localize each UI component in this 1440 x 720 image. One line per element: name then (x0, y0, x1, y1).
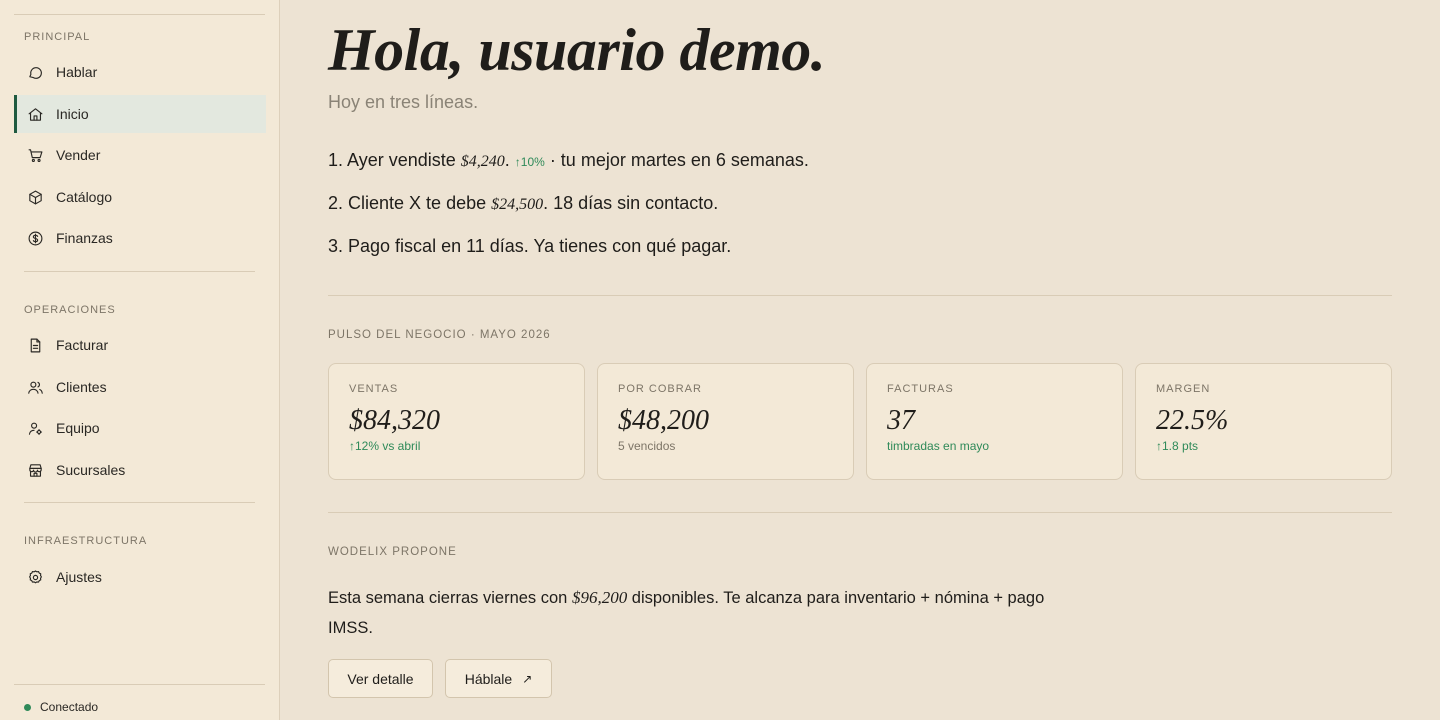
summary-line-3: 3. Pago fiscal en 11 días. Ya tienes con… (328, 236, 731, 257)
sidebar-item-catalogo[interactable]: Catálogo (14, 178, 266, 216)
summary-text: 3. Pago fiscal en 11 días. Ya tienes con… (328, 236, 732, 256)
card-sub: 5 vencidos (618, 439, 676, 453)
summary-text: . 18 días sin contacto. (543, 193, 719, 213)
section-divider (328, 512, 1392, 513)
sidebar-item-label: Ajustes (56, 569, 102, 585)
sidebar-item-label: Hablar (56, 64, 98, 80)
section-label-principal: PRINCIPAL (24, 31, 91, 43)
sidebar-item-label: Catálogo (56, 189, 113, 205)
proposal-text: Esta semana cierras viernes con $96,200 … (328, 583, 1088, 643)
summary-line-1: 1. Ayer vendiste $4,240. ↑10% · tu mejor… (328, 150, 809, 171)
gear-icon (26, 568, 44, 586)
arrow-up-right-icon: ↗ (522, 671, 533, 686)
connection-status: Conectado (24, 700, 98, 714)
view-detail-button[interactable]: Ver detalle (328, 659, 433, 698)
summary-amount: $4,240 (460, 153, 505, 170)
summary-line-2: 2. Cliente X te debe $24,500. 18 días si… (328, 193, 718, 214)
store-icon (26, 461, 44, 479)
sidebar-item-label: Vender (56, 147, 101, 163)
summary-text: · tu mejor martes en 6 semanas. (544, 150, 809, 170)
box-icon (26, 188, 44, 206)
sidebar: PRINCIPAL Hablar Inicio Vender Catálogo … (0, 0, 280, 720)
sidebar-item-clientes[interactable]: Clientes (14, 368, 266, 406)
sidebar-item-facturar[interactable]: Facturar (14, 326, 266, 364)
sidebar-divider (24, 271, 255, 272)
card-label: POR COBRAR (618, 383, 702, 395)
section-label-operaciones: OPERACIONES (24, 304, 116, 316)
cart-icon (26, 146, 44, 164)
summary-text: 1. Ayer vendiste (328, 150, 461, 170)
card-sub: timbradas en mayo (887, 439, 990, 453)
talk-button[interactable]: Háblale ↗ (445, 659, 552, 698)
user-gear-icon (26, 419, 44, 437)
change-badge: ↑10% (514, 155, 545, 169)
card-sub: ↑1.8 pts (1156, 439, 1199, 453)
card-label: MARGEN (1156, 383, 1211, 395)
sidebar-item-hablar[interactable]: Hablar (14, 53, 266, 91)
metric-card-margen[interactable]: MARGEN 22.5% ↑1.8 pts (1135, 363, 1392, 480)
sidebar-item-label: Sucursales (56, 462, 126, 478)
sidebar-divider (24, 502, 255, 503)
home-icon (26, 105, 44, 123)
sidebar-item-equipo[interactable]: Equipo (14, 409, 266, 447)
sidebar-item-label: Finanzas (56, 230, 113, 246)
sidebar-item-label: Clientes (56, 379, 107, 395)
section-label-infraestructura: INFRAESTRUCTURA (24, 535, 148, 547)
sidebar-item-ajustes[interactable]: Ajustes (14, 558, 266, 596)
status-label: Conectado (40, 700, 99, 714)
status-dot-icon (24, 703, 31, 711)
proposal-text-before: Esta semana cierras viernes con (328, 589, 572, 607)
pulse-section-label: PULSO DEL NEGOCIO · MAYO 2026 (328, 329, 551, 341)
section-divider (328, 295, 1392, 296)
users-icon (26, 378, 44, 396)
dollar-icon (26, 229, 44, 247)
page-title: Hola, usuario demo. (328, 17, 826, 83)
metric-card-ventas[interactable]: VENTAS $84,320 ↑12% vs abril (328, 363, 585, 480)
sidebar-item-label: Facturar (56, 337, 109, 353)
sidebar-item-label: Inicio (56, 106, 89, 122)
sidebar-item-label: Equipo (56, 420, 100, 436)
metric-card-facturas[interactable]: FACTURAS 37 timbradas en mayo (866, 363, 1123, 480)
sidebar-item-inicio[interactable]: Inicio (14, 95, 266, 133)
sidebar-item-sucursales[interactable]: Sucursales (14, 451, 266, 489)
card-sub: ↑12% vs abril (349, 439, 421, 453)
summary-text: . (504, 150, 510, 170)
sidebar-item-vender[interactable]: Vender (14, 136, 266, 174)
metric-card-por-cobrar[interactable]: POR COBRAR $48,200 5 vencidos (597, 363, 854, 480)
sidebar-divider (14, 684, 265, 685)
card-value: 37 (887, 405, 915, 436)
talk-button-label: Háblale (464, 670, 513, 687)
proposal-section-label: WODELIX PROPONE (328, 546, 457, 558)
summary-text: 2. Cliente X te debe (328, 193, 492, 213)
sidebar-divider (14, 14, 265, 15)
card-value: 22.5% (1156, 405, 1229, 436)
proposal-amount: $96,200 (571, 588, 628, 607)
sidebar-item-finanzas[interactable]: Finanzas (14, 219, 266, 257)
card-label: FACTURAS (887, 383, 954, 395)
card-label: VENTAS (349, 383, 399, 395)
card-value: $48,200 (618, 405, 709, 436)
card-value: $84,320 (349, 405, 440, 436)
page-subtitle: Hoy en tres líneas. (328, 92, 479, 112)
chat-icon (26, 63, 44, 81)
document-icon (26, 336, 44, 354)
summary-amount: $24,500 (491, 196, 544, 213)
